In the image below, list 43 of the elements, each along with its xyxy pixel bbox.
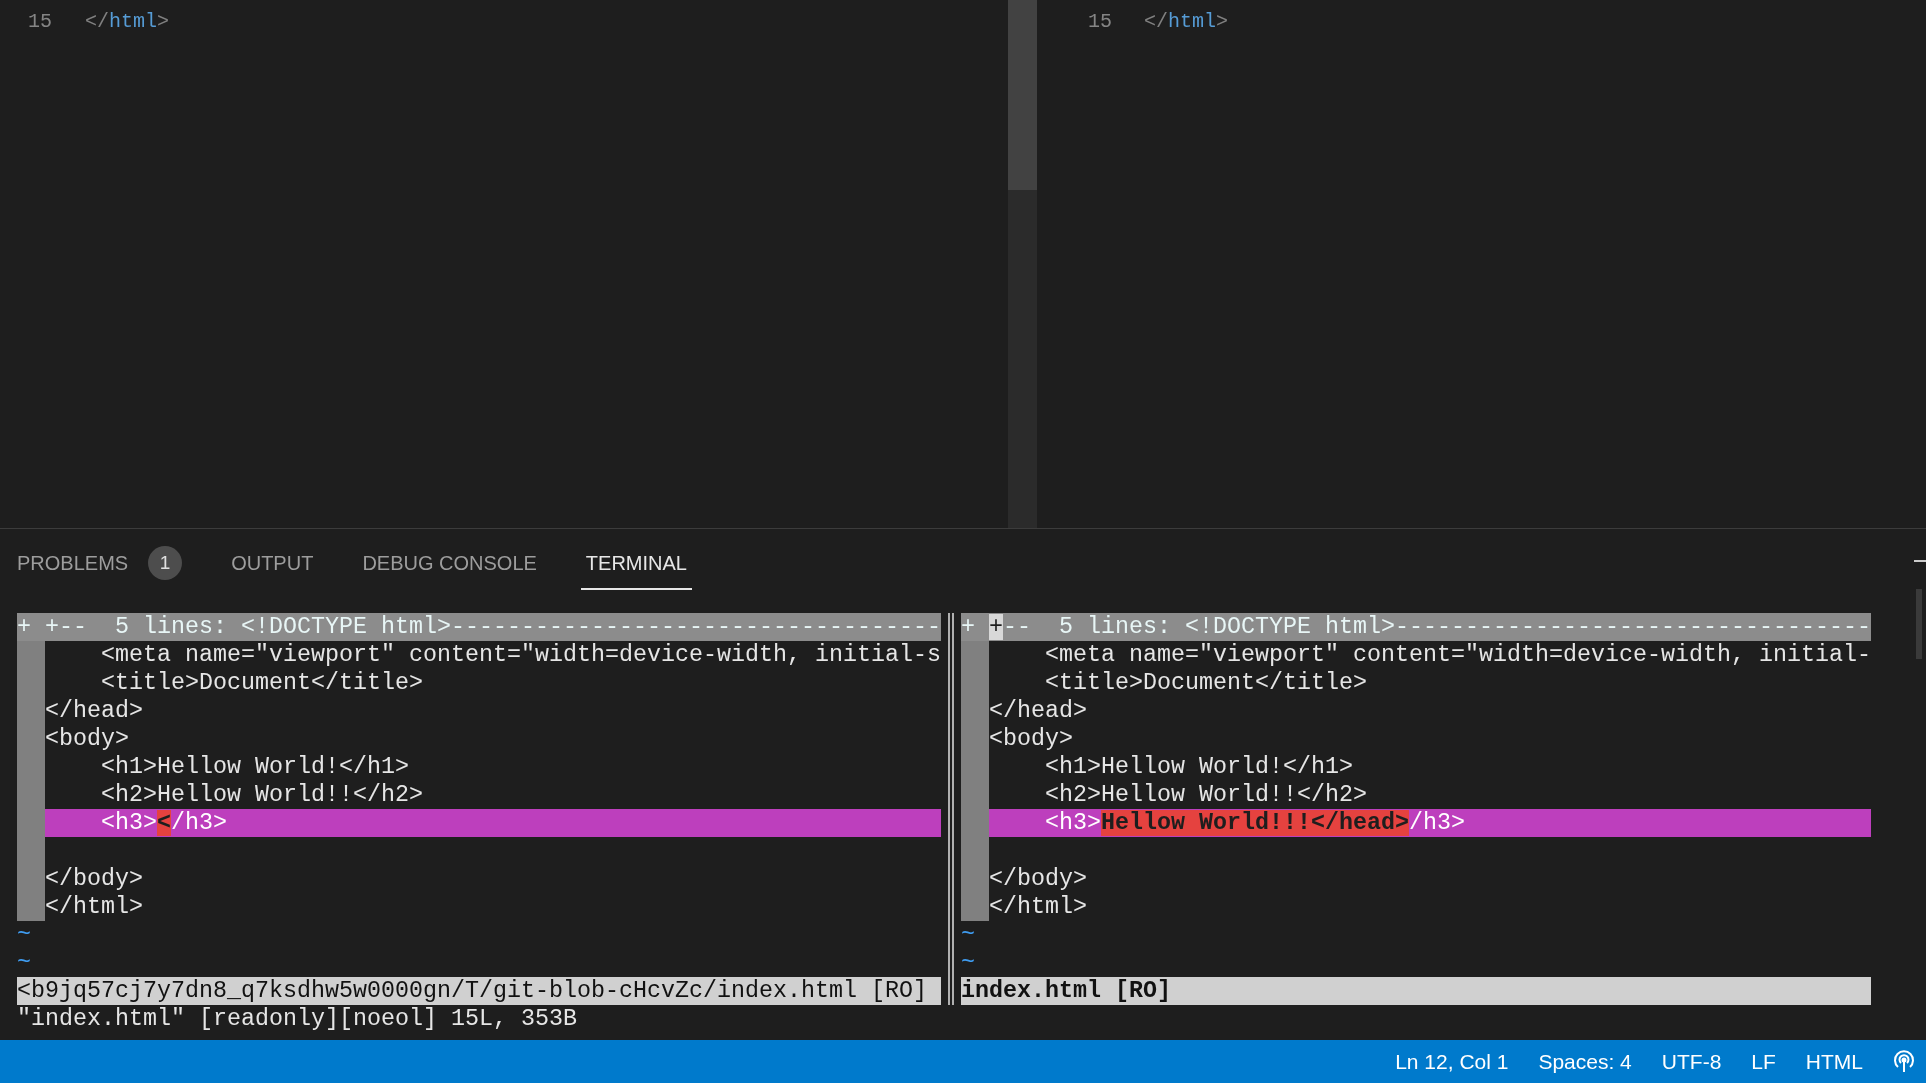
code-line: </head> bbox=[989, 697, 1088, 725]
fold-sign: + bbox=[961, 613, 989, 641]
filler-line: ~ bbox=[961, 949, 975, 977]
filler-line: ~ bbox=[17, 949, 31, 977]
status-item[interactable]: HTML bbox=[1805, 1045, 1863, 1078]
status-item[interactable]: LF bbox=[1751, 1045, 1776, 1078]
code-line: </html> bbox=[989, 893, 1088, 921]
code-line: <title>Document</title> bbox=[1044, 669, 1368, 697]
window-status: index.html [RO] bbox=[961, 977, 1871, 1005]
line-number: 15 bbox=[28, 9, 53, 35]
status-item[interactable]: Ln 12, Col 1 bbox=[1395, 1045, 1509, 1078]
code-line: <body> bbox=[989, 725, 1074, 753]
status-item[interactable]: UTF-8 bbox=[1661, 1045, 1722, 1078]
code-line: </html> bbox=[85, 9, 170, 35]
status-item[interactable]: Spaces: 4 bbox=[1538, 1045, 1632, 1078]
code-line: <meta name="viewport" content="width=device-width, initial- bbox=[1044, 641, 1871, 669]
count-badge: 1 bbox=[148, 546, 183, 580]
code-line: <h1>Hellow World!</h1> bbox=[1044, 753, 1354, 781]
code-line: </body> bbox=[989, 865, 1088, 893]
window-status: <b9jq57cj7y7dn8_q7ksdhw5w0000gn/T/git-blob-cHcvZc/index.html [RO] bbox=[17, 977, 941, 1005]
filler-line: ~ bbox=[17, 921, 31, 949]
filler-line: ~ bbox=[961, 921, 975, 949]
panel-tab[interactable]: PROBLEMS 1 bbox=[17, 538, 183, 592]
code-line: <title>Document</title> bbox=[100, 669, 424, 697]
minus-icon[interactable] bbox=[1914, 559, 1926, 563]
broadcast-icon[interactable] bbox=[1893, 1049, 1915, 1074]
code-line: </html> bbox=[45, 893, 144, 921]
code-line: </head> bbox=[45, 697, 144, 725]
code-line: <h1>Hellow World!</h1> bbox=[100, 753, 410, 781]
panel-tab[interactable]: OUTPUT bbox=[231, 540, 314, 590]
panel-tab[interactable]: DEBUG CONSOLE bbox=[362, 540, 537, 590]
code-line: <body> bbox=[45, 725, 130, 753]
scrollbar-thumb[interactable] bbox=[1916, 589, 1922, 659]
scrollbar-thumb[interactable] bbox=[1008, 0, 1037, 190]
code-line: </html> bbox=[1144, 9, 1229, 35]
code-line: <meta name="viewport" content="width=device-width, initial-s bbox=[100, 641, 941, 669]
code-line: <h2>Hellow World!!</h2> bbox=[100, 781, 424, 809]
line-number: 15 bbox=[1088, 9, 1113, 35]
code-line: </body> bbox=[45, 865, 144, 893]
panel-tab[interactable]: TERMINAL bbox=[580, 540, 692, 590]
message-line: "index.html" [readonly][noeol] 15L, 353B bbox=[17, 1005, 578, 1033]
fold-sign: + bbox=[17, 613, 45, 641]
code-line: <h2>Hellow World!!</h2> bbox=[1044, 781, 1368, 809]
